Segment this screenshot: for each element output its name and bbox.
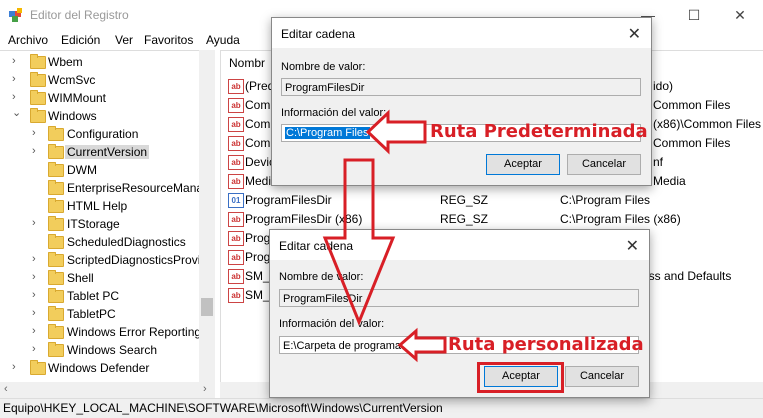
- arrow-down-icon: [322, 158, 396, 326]
- annotation-custom-path: Ruta personalizada: [448, 334, 644, 355]
- annotation-arrows: [322, 109, 447, 363]
- arrow-left-icon: [365, 109, 427, 155]
- arrow-left-icon: [397, 327, 447, 363]
- annotation-default-path: Ruta Predeterminada: [430, 121, 648, 142]
